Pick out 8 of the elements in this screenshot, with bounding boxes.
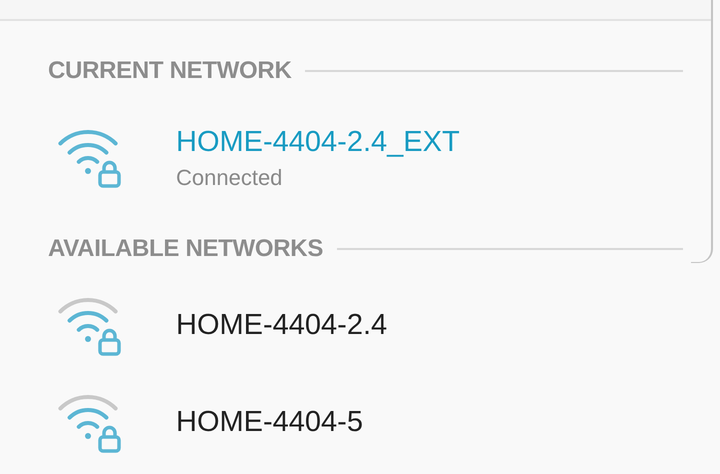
network-name: HOME-4404-2.4	[176, 309, 388, 342]
network-name: HOME-4404-2.4_EXT	[176, 126, 460, 158]
section-header: AVAILABLE NETWORKS	[48, 235, 324, 263]
network-item[interactable]: HOME-4404-2.4	[48, 277, 683, 374]
network-status: Connected	[176, 164, 284, 190]
section-header: CURRENT NETWORK	[48, 57, 292, 85]
network-item[interactable]: HOME-4404-5	[48, 374, 683, 471]
network-name: HOME-4404-5	[176, 406, 363, 439]
